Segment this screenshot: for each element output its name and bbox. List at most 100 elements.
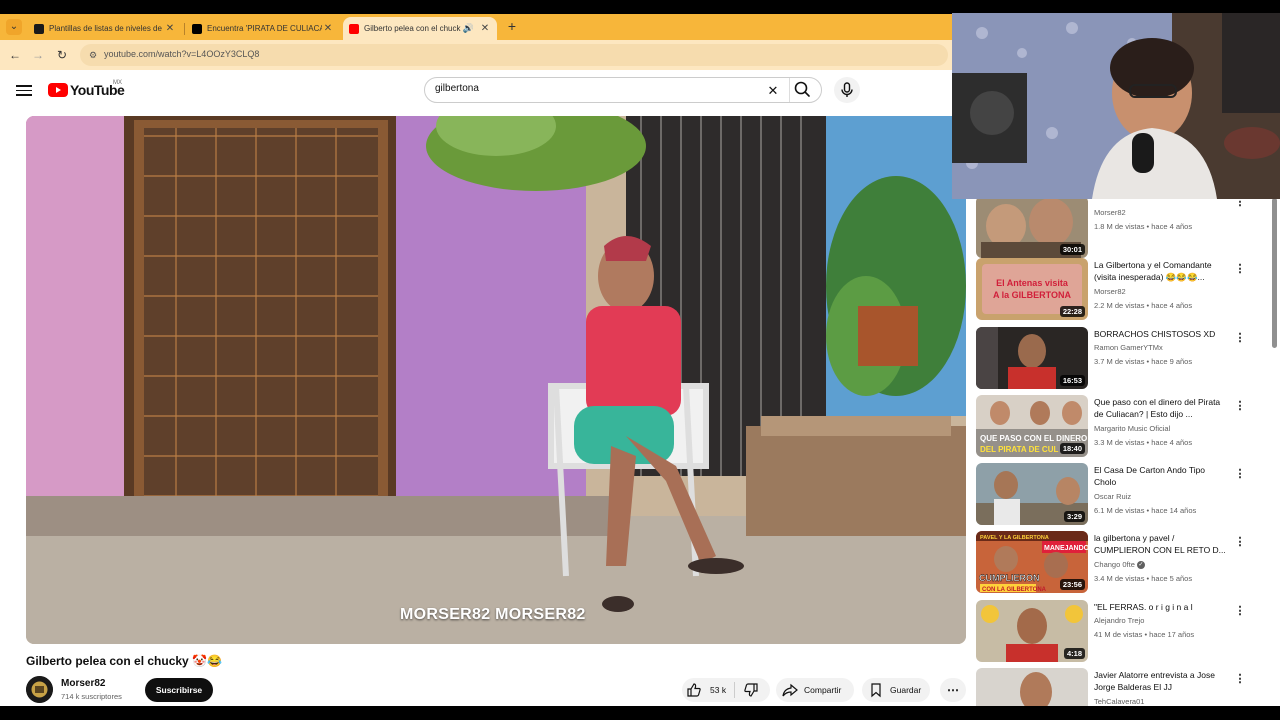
recommendation-title[interactable]: BORRACHOS CHISTOSOS XD [1094, 328, 1228, 340]
svg-text:PAVEL Y LA GILBERTONA: PAVEL Y LA GILBERTONA [980, 535, 1049, 541]
reload-icon[interactable]: ↻ [54, 47, 70, 63]
browser-tab-3-active[interactable]: Gilberto pelea con el chuck 🔊 ✕ [343, 17, 497, 40]
video-thumbnail[interactable]: 4:18 [976, 600, 1088, 662]
browser-tab-1[interactable]: Plantillas de listas de niveles de ✕ [28, 17, 182, 40]
more-actions-button[interactable]: ⋯ [940, 678, 966, 702]
recommendation-title[interactable]: Javier Alatorre entrevista a Jose Jorge … [1094, 669, 1228, 693]
video-thumbnail[interactable]: QUE PASO CON EL DINERO DEL PIRATA DE CUL… [976, 395, 1088, 457]
video-duration: 18:40 [1059, 443, 1085, 454]
recommendation-meta: 2.2 M de vistas • hace 4 años [1094, 301, 1193, 310]
forward-arrow-icon[interactable]: → [30, 47, 46, 63]
search-box: ✕ [424, 77, 822, 103]
tab-divider [184, 23, 185, 35]
search-input[interactable] [435, 83, 755, 94]
bottom-black-bar [0, 706, 1280, 720]
more-options-icon[interactable]: ⋮ [1234, 398, 1246, 414]
channel-name-text[interactable]: Chango 0fte [1094, 560, 1135, 569]
top-black-bar [0, 0, 1280, 14]
recommendation-meta: 3.4 M de vistas • hace 5 años [1094, 574, 1193, 583]
recommendation-title[interactable]: Que paso con el dinero del Pirata de Cul… [1094, 396, 1228, 420]
like-count[interactable]: 53 k [710, 685, 726, 695]
site-info-icon[interactable]: ⚙ [86, 48, 100, 62]
recommendation-item[interactable]: PAVEL Y LA GILBERTONA MANEJANDO CUMPLIER… [976, 531, 1266, 595]
search-divider [789, 78, 790, 102]
video-duration: 22:28 [1059, 306, 1085, 317]
share-button[interactable]: Compartir [776, 678, 854, 702]
recommendation-meta: 1.8 M de vistas • hace 4 años [1094, 222, 1193, 231]
subscriber-count: 714 k suscriptores [61, 692, 122, 701]
address-bar[interactable]: ⚙ youtube.com/watch?v=L4OOzY3CLQ8 [80, 44, 948, 66]
recommendation-channel[interactable]: Morser82 [1094, 208, 1126, 217]
video-duration: 3:29 [1063, 511, 1085, 522]
tiermaker-favicon-icon [34, 23, 44, 34]
svg-text:A la GILBERTONA: A la GILBERTONA [993, 290, 1072, 300]
recommendation-item[interactable]: 30:01 Morser82 1.8 M de vistas • hace 4 … [976, 196, 1266, 264]
recommendation-channel[interactable]: Alejandro Trejo [1094, 616, 1144, 625]
video-thumbnail[interactable]: 3:29 [976, 463, 1088, 525]
voice-search-button[interactable] [834, 77, 860, 103]
video-thumbnail[interactable]: 16:53 [976, 327, 1088, 389]
recommendation-item[interactable]: 16:53 BORRACHOS CHISTOSOS XD Ramon Gamer… [976, 327, 1266, 391]
recommendation-channel[interactable]: Chango 0fte ✓ [1094, 560, 1145, 570]
scrollbar-thumb[interactable] [1272, 198, 1277, 348]
more-options-icon[interactable]: ⋮ [1234, 261, 1246, 277]
thumbs-up-icon[interactable] [686, 682, 702, 698]
recommendation-item[interactable]: 3:29 El Casa De Carton Ando Tipo Cholo O… [976, 463, 1266, 527]
svg-text:El Antenas visita: El Antenas visita [996, 278, 1069, 288]
search-button[interactable] [791, 77, 821, 101]
streamer-webcam-overlay [952, 13, 1280, 199]
svg-text:CUMPLIERON: CUMPLIERON [979, 573, 1040, 583]
close-tab-icon[interactable]: ✕ [479, 23, 491, 34]
more-options-icon[interactable]: ⋮ [1234, 603, 1246, 619]
search-icon [794, 81, 810, 97]
recommendation-title[interactable]: la gilbertona y pavel / CUMPLIERON CON E… [1094, 532, 1228, 556]
more-options-icon[interactable]: ⋮ [1234, 330, 1246, 346]
save-button[interactable]: Guardar [862, 678, 930, 702]
bookmark-icon [871, 683, 881, 698]
channel-name[interactable]: Morser82 [61, 678, 105, 689]
recommendation-meta: 6.1 M de vistas • hace 14 años [1094, 506, 1197, 515]
url-text: youtube.com/watch?v=L4OOzY3CLQ8 [104, 49, 260, 59]
recommendation-channel[interactable]: Oscar Ruiz [1094, 492, 1131, 501]
more-options-icon[interactable]: ⋮ [1234, 534, 1246, 550]
browser-tab-2[interactable]: Encuentra 'PIRATA DE CULIACA ✕ [186, 17, 340, 40]
clear-search-icon[interactable]: ✕ [764, 82, 782, 100]
recommendation-item[interactable]: 4:18 "EL FERRAS. o r i g i n a l Alejand… [976, 600, 1266, 664]
tab-search-menu-icon[interactable]: ⌄ [6, 19, 22, 35]
video-thumbnail[interactable]: 30:01 [976, 196, 1088, 258]
video-thumbnail[interactable]: PAVEL Y LA GILBERTONA MANEJANDO CUMPLIER… [976, 531, 1088, 593]
video-player[interactable]: MORSER82 MORSER82 [26, 116, 966, 644]
recommendation-title[interactable]: "EL FERRAS. o r i g i n a l [1094, 601, 1228, 613]
more-options-icon[interactable]: ⋮ [1234, 671, 1246, 687]
video-title: Gilberto pelea con el chucky 🤡😂 [26, 654, 222, 668]
back-arrow-icon[interactable]: ← [7, 47, 23, 63]
recommendation-title[interactable]: El Casa De Carton Ando Tipo Cholo [1094, 464, 1228, 488]
svg-text:QUE PASO CON EL DINERO: QUE PASO CON EL DINERO [980, 434, 1087, 443]
video-thumbnail[interactable]: El Antenas visita A la GILBERTONA 22:28 [976, 258, 1088, 320]
video-watermark: MORSER82 MORSER82 [400, 606, 586, 623]
tab-title: Gilberto pelea con el chuck [364, 24, 461, 33]
recommendation-item[interactable]: El Antenas visita A la GILBERTONA 22:28 … [976, 258, 1266, 322]
tiktok-favicon-icon [192, 23, 202, 34]
sidebar-scrollbar[interactable] [1270, 198, 1278, 706]
audio-playing-icon[interactable]: 🔊 [463, 23, 474, 34]
recommendation-channel[interactable]: Morser82 [1094, 287, 1126, 296]
channel-avatar[interactable] [26, 676, 53, 703]
microphone-icon [841, 82, 853, 97]
close-tab-icon[interactable]: ✕ [322, 23, 334, 34]
avatar-image [26, 676, 53, 703]
close-tab-icon[interactable]: ✕ [164, 23, 176, 34]
thumbs-down-icon[interactable] [743, 682, 759, 698]
recommendation-title[interactable]: La Gilbertona y el Comandante (visita in… [1094, 259, 1228, 283]
video-duration: 23:56 [1059, 579, 1085, 590]
new-tab-button[interactable]: + [503, 17, 521, 35]
recommendation-channel[interactable]: TehCalavera01 [1094, 697, 1144, 706]
recommendation-item[interactable]: QUE PASO CON EL DINERO DEL PIRATA DE CUL… [976, 395, 1266, 459]
subscribe-button[interactable]: Suscribirse [145, 678, 213, 702]
video-duration: 4:18 [1063, 648, 1085, 659]
hamburger-menu-icon[interactable] [16, 82, 32, 98]
recommendation-meta: 3.3 M de vistas • hace 4 años [1094, 438, 1193, 447]
recommendation-channel[interactable]: Ramon GamerYTMx [1094, 343, 1163, 352]
recommendation-channel[interactable]: Margarito Music Oficial [1094, 424, 1170, 433]
more-options-icon[interactable]: ⋮ [1234, 466, 1246, 482]
